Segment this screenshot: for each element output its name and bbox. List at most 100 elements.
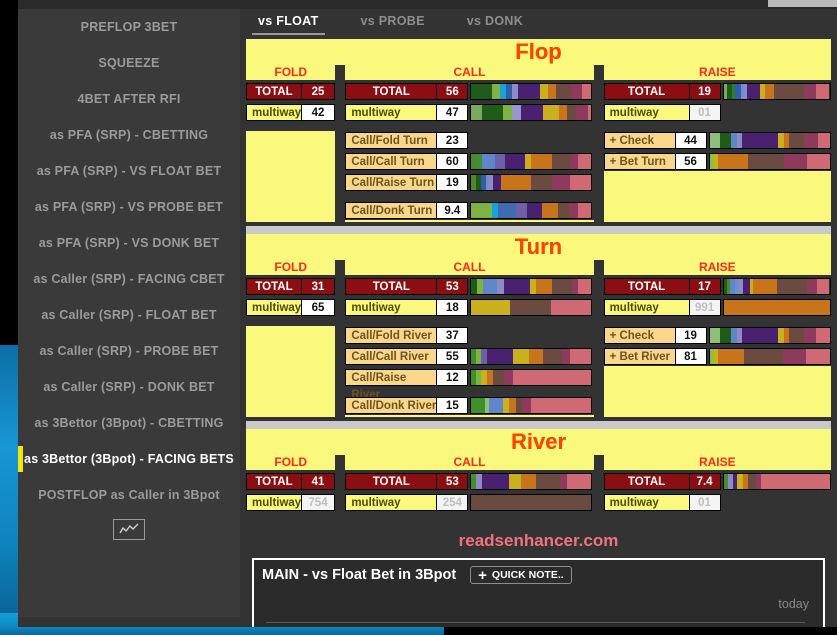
quick-note-button[interactable]: + QUICK NOTE..	[470, 566, 572, 584]
stat-row[interactable]: multiway 65	[246, 298, 335, 317]
bar-segment	[562, 349, 570, 364]
stat-row[interactable]: Call/Donk River 15	[345, 396, 593, 415]
stat-row[interactable]: multiway 18	[345, 298, 593, 317]
sidebar-item-13[interactable]: POSTFLOP as Caller in 3Bpot	[18, 477, 240, 513]
chart-icon	[113, 518, 145, 540]
stat-value: 17	[688, 278, 721, 295]
note-input-area[interactable]: today	[262, 591, 815, 625]
sidebar-item-7[interactable]: as Caller (SRP) - FACING CBET	[18, 261, 240, 297]
tab-vs-float[interactable]: vs FLOAT	[252, 9, 324, 35]
stat-row[interactable]: TOTAL 53	[345, 472, 593, 491]
bar-segment	[531, 398, 592, 413]
stat-row[interactable]: TOTAL 25	[246, 82, 335, 101]
stat-value: 9.4	[436, 202, 469, 219]
stat-label: multiway	[246, 104, 302, 121]
stat-row[interactable]: Call/Call Turn 60	[345, 152, 593, 171]
notes-panel: MAIN - vs Float Bet in 3Bpot + QUICK NOT…	[252, 558, 825, 627]
stat-label: TOTAL	[603, 83, 690, 100]
sidebar-item-9[interactable]: as Caller (SRP) - PROBE BET	[18, 333, 240, 369]
scrollbar-thumb[interactable]	[768, 0, 837, 7]
sidebar-item-1[interactable]: SQUEEZE	[18, 45, 240, 81]
stat-row[interactable]: TOTAL 7.4	[603, 472, 831, 491]
sidebar-item-5[interactable]: as PFA (SRP) - VS PROBE BET	[18, 189, 240, 225]
stat-row[interactable]: multiway 254	[345, 493, 593, 512]
stat-value: 23	[436, 132, 469, 149]
column-header: FOLD	[274, 65, 308, 79]
stat-row[interactable]: TOTAL 53	[345, 277, 593, 296]
bar-segment	[744, 349, 783, 364]
bar-segment	[492, 175, 502, 190]
stat-value: 01	[688, 494, 721, 511]
stat-row[interactable]: Call/Raise River 12	[345, 368, 593, 401]
bar-segment	[741, 328, 778, 343]
window-top-scrollbar[interactable]	[18, 0, 837, 9]
chart-button[interactable]	[18, 513, 240, 545]
sidebar-item-0[interactable]: PREFLOP 3BET	[18, 9, 240, 45]
sidebar-item-11[interactable]: as 3Bettor (3Bpot) - CBETTING	[18, 405, 240, 441]
bar-segment	[543, 105, 559, 120]
stat-label: + Check River	[603, 327, 676, 359]
bar-segment	[551, 175, 570, 190]
stat-row[interactable]: Call/Raise Turn 19	[345, 173, 593, 192]
stat-row[interactable]: + Check Turn44	[603, 131, 831, 164]
stat-label: Call/Raise River	[345, 369, 438, 401]
stat-row[interactable]: multiway 754	[246, 493, 335, 512]
stat-row[interactable]: multiway 991	[603, 298, 831, 317]
stat-row[interactable]: + Check River19	[603, 326, 831, 359]
sidebar-item-6[interactable]: as PFA (SRP) - VS DONK BET	[18, 225, 240, 261]
stat-row[interactable]: Call/Donk Turn 9.4	[345, 201, 593, 220]
stat-label: + Bet River	[603, 348, 676, 365]
stat-row[interactable]: multiway 01	[603, 103, 831, 122]
stat-value: 254	[436, 494, 469, 511]
notes-header: MAIN - vs Float Bet in 3Bpot + QUICK NOT…	[262, 566, 815, 584]
sidebar-item-3[interactable]: as PFA (SRP) - CBETTING	[18, 117, 240, 153]
bar-segment	[515, 203, 527, 218]
sidebar-item-2[interactable]: 4BET AFTER RFI	[18, 81, 240, 117]
stat-row[interactable]: multiway 01	[603, 493, 831, 512]
bar-segment	[556, 84, 571, 99]
tab-vs-probe[interactable]: vs PROBE	[361, 9, 425, 35]
sidebar-item-4[interactable]: as PFA (SRP) - VS FLOAT BET	[18, 153, 240, 189]
stat-row[interactable]: Call/Fold River 37	[345, 326, 593, 345]
stat-row[interactable]: + Bet River 81	[603, 347, 831, 366]
bar-segment	[557, 203, 569, 218]
bar-segment	[503, 279, 531, 294]
bar-segment	[783, 154, 807, 169]
stat-row[interactable]: TOTAL 31	[246, 277, 335, 296]
stat-bar	[708, 348, 831, 365]
stat-row[interactable]: Call/Call River 55	[345, 347, 593, 366]
bar-segment	[570, 84, 582, 99]
bar-segment	[804, 328, 817, 343]
stat-row[interactable]: TOTAL 41	[246, 472, 335, 491]
stat-value: 7.4	[688, 473, 721, 490]
stat-row[interactable]: TOTAL 19	[603, 82, 831, 101]
bar-segment	[482, 474, 509, 489]
bar-segment	[482, 105, 503, 120]
stat-value: 81	[674, 348, 707, 365]
stat-row[interactable]: + Bet Turn 56	[603, 152, 831, 171]
stat-row[interactable]: Call/Fold Turn 23	[345, 131, 593, 150]
tab-label: vs FLOAT	[258, 14, 319, 28]
sidebar-item-12[interactable]: as 3Bettor (3Bpot) - FACING BETS	[18, 441, 240, 477]
bar-segment	[578, 203, 592, 218]
column-raise: RAISE TOTAL 7.4 multiway 01	[603, 455, 831, 521]
column-fold: FOLD TOTAL 25 multiway 42	[246, 65, 336, 222]
sidebar-item-10[interactable]: as Caller (SRP) - DONK BET	[18, 369, 240, 405]
stat-bar	[470, 83, 593, 100]
stat-value: 19	[436, 174, 469, 191]
bar-segment	[746, 84, 760, 99]
bar-segment	[816, 328, 830, 343]
sidebar-item-8[interactable]: as Caller (SRP) - FLOAT BET	[18, 297, 240, 333]
stat-label: multiway	[603, 494, 690, 511]
stat-bar	[470, 202, 593, 219]
tab-vs-donk[interactable]: vs DONK	[467, 9, 523, 35]
stat-row[interactable]: multiway 47	[345, 103, 593, 122]
stat-row[interactable]: TOTAL 17	[603, 277, 831, 296]
bar-segment	[513, 349, 529, 364]
bar-segment	[471, 300, 510, 315]
stat-row[interactable]: multiway 42	[246, 103, 335, 122]
stat-row[interactable]: TOTAL 56	[345, 82, 593, 101]
bar-segment	[482, 154, 496, 169]
